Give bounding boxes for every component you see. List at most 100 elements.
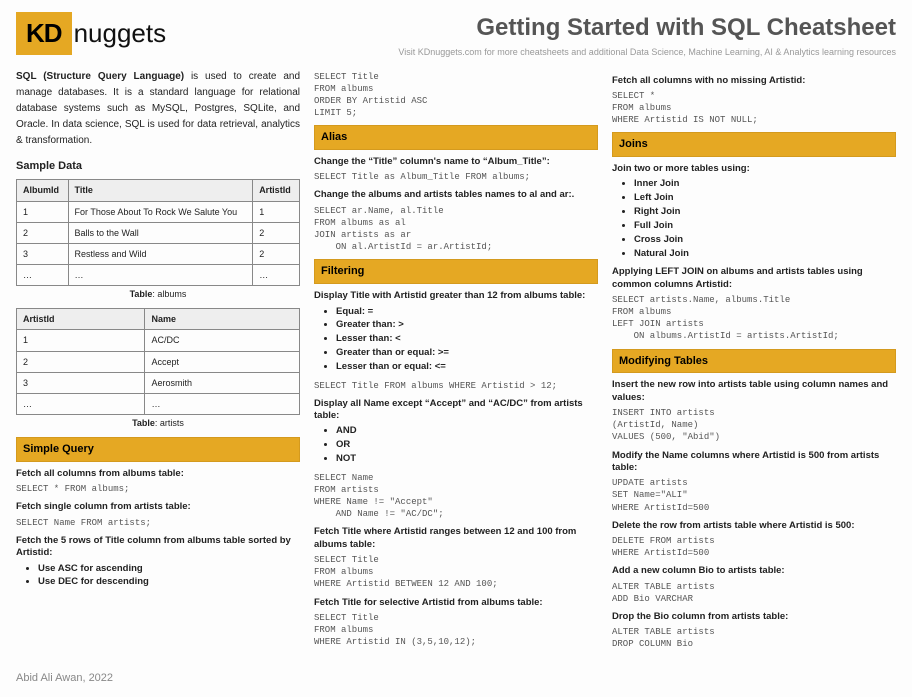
albums-table: AlbumIdTitleArtistId 1For Those About To… (16, 179, 300, 286)
column-1: SQL (Structure Query Language) is used t… (16, 69, 300, 657)
column-3: Fetch all columns with no missing Artist… (612, 69, 896, 657)
list-item: OR (336, 439, 598, 452)
table-row: 1AC/DC (17, 330, 300, 351)
table-row: 2Accept (17, 351, 300, 372)
alias-d2: Change the albums and artists tables nam… (314, 189, 598, 201)
mod-c5: ALTER TABLE artists DROP COLUMN Bio (612, 626, 896, 650)
join-types: Inner JoinLeft JoinRight JoinFull JoinCr… (634, 178, 896, 260)
filtering-d1: Display Title with Artistid greater than… (314, 290, 598, 302)
list-item: NOT (336, 453, 598, 466)
list-item: Use DEC for descending (38, 576, 300, 589)
joins-d2: Applying LEFT JOIN on albums and artists… (612, 266, 896, 291)
simple-c1: SELECT * FROM albums; (16, 483, 300, 495)
list-item: Use ASC for ascending (38, 563, 300, 576)
simple-bullets: Use ASC for ascending Use DEC for descen… (38, 563, 300, 590)
band-alias: Alias (314, 125, 598, 150)
table-row: 3Aerosmith (17, 372, 300, 393)
artists-caption: Table: artists (16, 417, 300, 429)
mod-c2: UPDATE artists SET Name="ALI" WHERE Arti… (612, 477, 896, 513)
list-item: Lesser than: < (336, 333, 598, 346)
simple-c2: SELECT Name FROM artists; (16, 517, 300, 529)
intro-paragraph: SQL (Structure Query Language) is used t… (16, 69, 300, 149)
table-cell: 2 (253, 243, 300, 264)
title-block: Getting Started with SQL Cheatsheet Visi… (398, 12, 896, 59)
artists-table: ArtistIdName 1AC/DC2Accept3Aerosmith…… (16, 308, 300, 415)
table-row: 1For Those About To Rock We Salute You1 (17, 201, 300, 222)
filtering-c4: SELECT Title FROM albums WHERE Artistid … (314, 612, 598, 648)
list-item: Inner Join (634, 178, 896, 191)
col3-d0: Fetch all columns with no missing Artist… (612, 75, 896, 87)
table-cell: … (145, 393, 300, 414)
table-cell: Balls to the Wall (68, 222, 253, 243)
col3-c0: SELECT * FROM albums WHERE Artistid IS N… (612, 90, 896, 126)
table-cell: Accept (145, 351, 300, 372)
table-header: Name (145, 309, 300, 330)
mod-d3: Delete the row from artists table where … (612, 520, 896, 532)
table-row: 2Balls to the Wall2 (17, 222, 300, 243)
band-simple-query: Simple Query (16, 437, 300, 462)
table-cell: 3 (17, 243, 69, 264)
table-cell: … (17, 264, 69, 285)
mod-d5: Drop the Bio column from artists table: (612, 611, 896, 623)
alias-c2: SELECT ar.Name, al.Title FROM albums as … (314, 205, 598, 254)
list-item: AND (336, 425, 598, 438)
filter-ops: Equal: =Greater than: >Lesser than: <Gre… (336, 306, 598, 374)
table-header: Title (68, 180, 253, 201)
band-filtering: Filtering (314, 259, 598, 284)
logo: KD nuggets (16, 12, 166, 55)
joins-d1: Join two or more tables using: (612, 163, 896, 175)
filtering-c2: SELECT Name FROM artists WHERE Name != "… (314, 472, 598, 521)
list-item: Lesser than or equal: <= (336, 361, 598, 374)
filtering-d2: Display all Name except “Accept” and “AC… (314, 398, 598, 423)
list-item: Equal: = (336, 306, 598, 319)
band-modifying: Modifying Tables (612, 349, 896, 374)
logo-text: nuggets (74, 16, 167, 51)
mod-c1: INSERT INTO artists (ArtistId, Name) VAL… (612, 407, 896, 443)
list-item: Right Join (634, 206, 896, 219)
albums-caption: Table: albums (16, 288, 300, 300)
table-header: ArtistId (17, 309, 145, 330)
band-joins: Joins (612, 132, 896, 157)
intro-bold: SQL (Structure Query Language) (16, 71, 184, 82)
table-header: ArtistId (253, 180, 300, 201)
list-item: Cross Join (634, 234, 896, 247)
table-row: ……… (17, 264, 300, 285)
list-item: Greater than or equal: >= (336, 347, 598, 360)
filtering-d3: Fetch Title where Artistid ranges betwee… (314, 526, 598, 551)
simple-d3: Fetch the 5 rows of Title column from al… (16, 535, 300, 560)
table-row: 3Restless and Wild2 (17, 243, 300, 264)
table-cell: Aerosmith (145, 372, 300, 393)
table-cell: 2 (253, 222, 300, 243)
page-title: Getting Started with SQL Cheatsheet (398, 12, 896, 44)
filtering-d4: Fetch Title for selective Artistid from … (314, 597, 598, 609)
table-cell: Restless and Wild (68, 243, 253, 264)
filter-logic: ANDORNOT (336, 425, 598, 465)
column-2: SELECT Title FROM albums ORDER BY Artist… (314, 69, 598, 657)
list-item: Greater than: > (336, 319, 598, 332)
logo-box: KD (16, 12, 72, 55)
list-item: Full Join (634, 220, 896, 233)
mod-d4: Add a new column Bio to artists table: (612, 565, 896, 577)
footer: Abid Ali Awan, 2022 (16, 671, 896, 686)
table-header: AlbumId (17, 180, 69, 201)
table-cell: 1 (253, 201, 300, 222)
filtering-c3: SELECT Title FROM albums WHERE Artistid … (314, 554, 598, 590)
table-cell: For Those About To Rock We Salute You (68, 201, 253, 222)
list-item: Natural Join (634, 248, 896, 261)
alias-c1: SELECT Title as Album_Title FROM albums; (314, 171, 598, 183)
sample-data-heading: Sample Data (16, 159, 300, 174)
mod-c3: DELETE FROM artists WHERE ArtistId=500 (612, 535, 896, 559)
table-cell: 1 (17, 330, 145, 351)
table-cell: 1 (17, 201, 69, 222)
table-cell: … (17, 393, 145, 414)
table-cell: … (253, 264, 300, 285)
mod-d1: Insert the new row into artists table us… (612, 379, 896, 404)
list-item: Left Join (634, 192, 896, 205)
simple-d1: Fetch all columns from albums table: (16, 468, 300, 480)
table-cell: AC/DC (145, 330, 300, 351)
table-cell: 3 (17, 372, 145, 393)
col2-top-code: SELECT Title FROM albums ORDER BY Artist… (314, 71, 598, 120)
columns: SQL (Structure Query Language) is used t… (16, 69, 896, 657)
joins-c2: SELECT artists.Name, albums.Title FROM a… (612, 294, 896, 343)
simple-d2: Fetch single column from artists table: (16, 501, 300, 513)
